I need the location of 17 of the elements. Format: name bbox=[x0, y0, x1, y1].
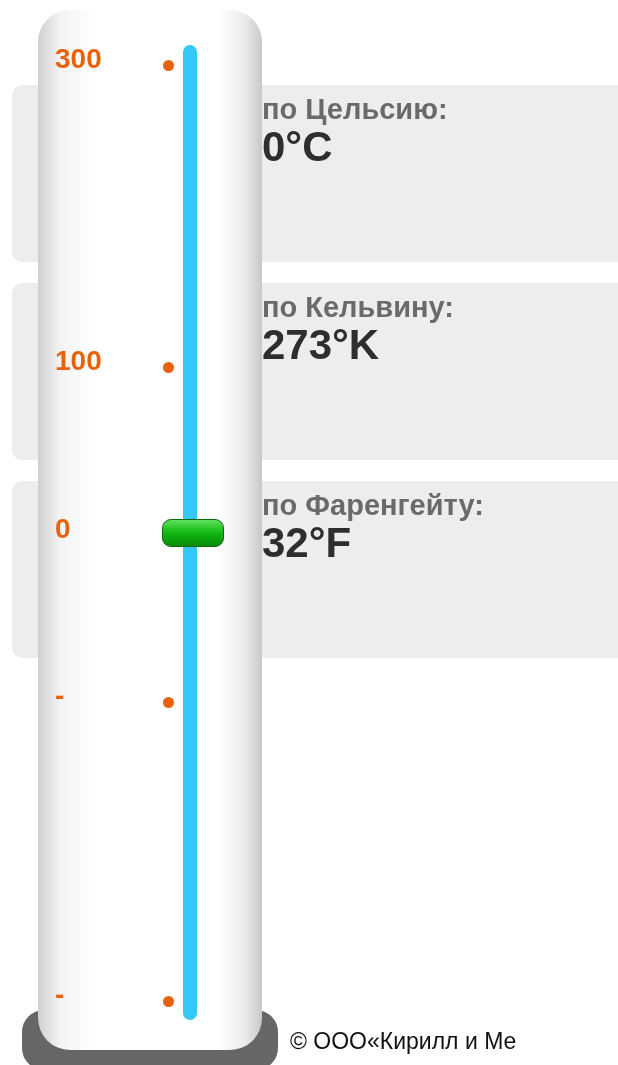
tick-dot bbox=[163, 59, 174, 71]
scale-label: - bbox=[55, 978, 66, 1011]
scale-label: 300 bbox=[55, 42, 103, 75]
reading-value: 0°C bbox=[262, 125, 333, 169]
reading-label: по Фаренгейту: bbox=[262, 489, 485, 521]
tick-dot bbox=[163, 995, 174, 1007]
tick-dot bbox=[163, 361, 174, 373]
scale-label: 0 bbox=[55, 513, 72, 546]
reading-label: по Кельвину: bbox=[262, 291, 455, 323]
tick-dot bbox=[163, 697, 174, 709]
reading-label: по Цельсию: bbox=[262, 93, 449, 125]
reading-value: 273°K bbox=[262, 323, 380, 367]
scale-label: 100 bbox=[55, 344, 103, 377]
scale-label: - bbox=[55, 680, 66, 713]
copyright-text: © ООО«Кирилл и Ме bbox=[290, 1028, 517, 1055]
slider-thumb[interactable] bbox=[162, 518, 224, 547]
reading-value: 32°F bbox=[262, 521, 352, 565]
